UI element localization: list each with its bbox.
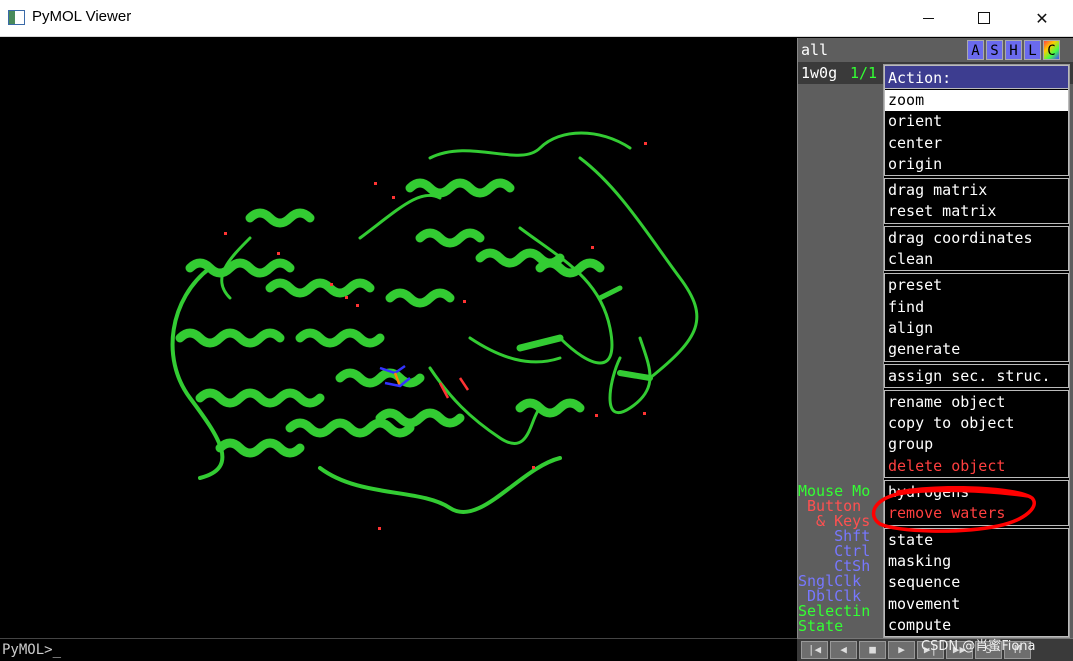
color-button[interactable]: C — [1043, 40, 1060, 60]
close-icon: ✕ — [1035, 8, 1049, 28]
menu-item-masking[interactable]: masking — [885, 551, 1068, 572]
maximize-button[interactable] — [955, 0, 1013, 36]
menu-item-align[interactable]: align — [885, 318, 1068, 339]
menu-group: preset find align generate — [884, 273, 1069, 362]
menu-item-preset[interactable]: preset — [885, 275, 1068, 296]
menu-item-delete-object[interactable]: delete object — [885, 456, 1068, 477]
command-input[interactable]: PyMOL>_ — [0, 638, 797, 661]
menu-group: state masking sequence movement compute — [884, 527, 1069, 638]
action-button[interactable]: A — [967, 40, 984, 60]
menu-item-orient[interactable]: orient — [885, 111, 1068, 132]
menu-group: zoom orient center origin — [884, 89, 1069, 177]
annotation-circle — [871, 486, 1036, 533]
menu-group: assign sec. struc. — [884, 363, 1069, 388]
close-button[interactable]: ✕ — [1013, 0, 1071, 36]
hide-button[interactable]: H — [1005, 40, 1022, 60]
menu-item-assign-sec-struc[interactable]: assign sec. struc. — [885, 366, 1068, 387]
window-title: PyMOL Viewer — [32, 8, 132, 25]
object-row-all[interactable]: all A S H L C — [798, 39, 1073, 61]
menu-item-rename-object[interactable]: rename object — [885, 392, 1068, 413]
menu-item-generate[interactable]: generate — [885, 339, 1068, 360]
menu-item-compute[interactable]: compute — [885, 615, 1068, 636]
object-name-all: all — [801, 41, 829, 59]
playback-button[interactable]: |◀ — [801, 641, 828, 659]
minimize-button[interactable] — [899, 0, 957, 36]
menu-item-copy-to-object[interactable]: copy to object — [885, 413, 1068, 434]
playback-button[interactable]: ▶ — [888, 641, 915, 659]
menu-item-group[interactable]: group — [885, 434, 1068, 455]
menu-group: rename object copy to object group delete o… — [884, 389, 1069, 479]
action-menu: Action: zoom orient center origin drag matri… — [883, 64, 1070, 639]
object-name: 1w0g — [801, 64, 838, 82]
protein-cartoon — [170, 131, 699, 530]
object-state: 1/1 — [850, 64, 878, 82]
menu-item-origin[interactable]: origin — [885, 154, 1068, 175]
menu-item-reset-matrix[interactable]: reset matrix — [885, 201, 1068, 222]
label-button[interactable]: L — [1024, 40, 1041, 60]
menu-item-movement[interactable]: movement — [885, 594, 1068, 615]
action-menu-header: Action: — [884, 65, 1069, 89]
menu-item-zoom[interactable]: zoom — [885, 90, 1068, 112]
watermark-text: CSDN @肖蜜Fiona — [921, 639, 1036, 654]
menu-group: drag matrix reset matrix — [884, 178, 1069, 224]
mouse-hint-line: SnglClk — [798, 574, 862, 589]
menu-item-drag-matrix[interactable]: drag matrix — [885, 180, 1068, 201]
menu-item-find[interactable]: find — [885, 297, 1068, 318]
title-bar: PyMOL Viewer ✕ — [0, 0, 1073, 37]
mouse-hint-line: DblClk — [798, 589, 862, 604]
mouse-hint-line: Ctrl — [798, 544, 871, 559]
menu-item-center[interactable]: center — [885, 133, 1068, 154]
menu-group: drag coordinates clean — [884, 225, 1069, 272]
maximize-icon — [978, 12, 990, 24]
menu-item-clean[interactable]: clean — [885, 249, 1068, 270]
mouse-hint-line: State — [798, 619, 844, 634]
molecule-viewport[interactable] — [0, 38, 797, 637]
show-button[interactable]: S — [986, 40, 1003, 60]
pymol-app-icon — [8, 10, 25, 25]
menu-item-sequence[interactable]: sequence — [885, 572, 1068, 593]
mouse-hint-line: Selectin — [798, 604, 871, 619]
minimize-icon — [922, 17, 934, 19]
playback-button[interactable]: ■ — [859, 641, 886, 659]
menu-item-drag-coordinates[interactable]: drag coordinates — [885, 228, 1068, 249]
playback-button[interactable]: ◀ — [830, 641, 857, 659]
mouse-hint-line: CtSh — [798, 559, 871, 574]
